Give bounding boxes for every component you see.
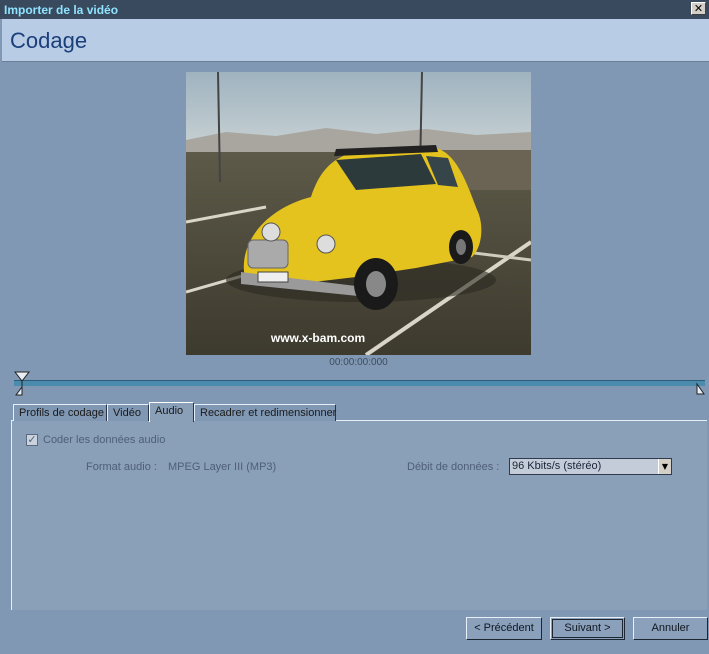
- video-frame-image: www.x-bam.com: [186, 72, 531, 355]
- tab-profils-de-codage[interactable]: Profils de codage: [13, 404, 107, 421]
- audio-format-value: MPEG Layer III (MP3): [168, 461, 277, 473]
- video-preview: www.x-bam.com: [186, 72, 531, 355]
- timeline-start-marker-icon[interactable]: [14, 371, 32, 397]
- tab-audio[interactable]: Audio: [149, 402, 194, 422]
- bitrate-select[interactable]: 96 Kbits/s (stéréo) ▼: [509, 458, 672, 475]
- chevron-down-icon[interactable]: ▼: [658, 459, 671, 474]
- timeline-end-marker-icon[interactable]: [695, 380, 707, 396]
- tab-recadrer[interactable]: Recadrer et redimensionner: [194, 404, 336, 421]
- close-icon[interactable]: ✕: [691, 2, 706, 15]
- tab-video[interactable]: Vidéo: [107, 404, 149, 421]
- audio-format-label: Format audio :: [86, 461, 157, 473]
- audio-panel: [11, 420, 707, 610]
- page-header: Codage: [2, 19, 709, 62]
- encode-audio-checkbox[interactable]: ✓: [26, 434, 38, 446]
- encode-audio-label: Coder les données audio: [43, 434, 166, 446]
- previous-button[interactable]: < Précédent: [466, 617, 542, 640]
- watermark-text: www.x-bam.com: [270, 331, 365, 345]
- window-title: Importer de la vidéo: [4, 3, 119, 17]
- cancel-button[interactable]: Annuler: [633, 617, 708, 640]
- page-title: Codage: [10, 28, 88, 53]
- bitrate-label: Débit de données :: [407, 461, 500, 473]
- next-button[interactable]: Suivant >: [550, 617, 625, 640]
- bitrate-selected-value: 96 Kbits/s (stéréo): [512, 460, 602, 472]
- timecode: 00:00:00:000: [329, 357, 388, 368]
- timeline-track[interactable]: [14, 380, 705, 386]
- title-bar: Importer de la vidéo ✕: [0, 0, 709, 19]
